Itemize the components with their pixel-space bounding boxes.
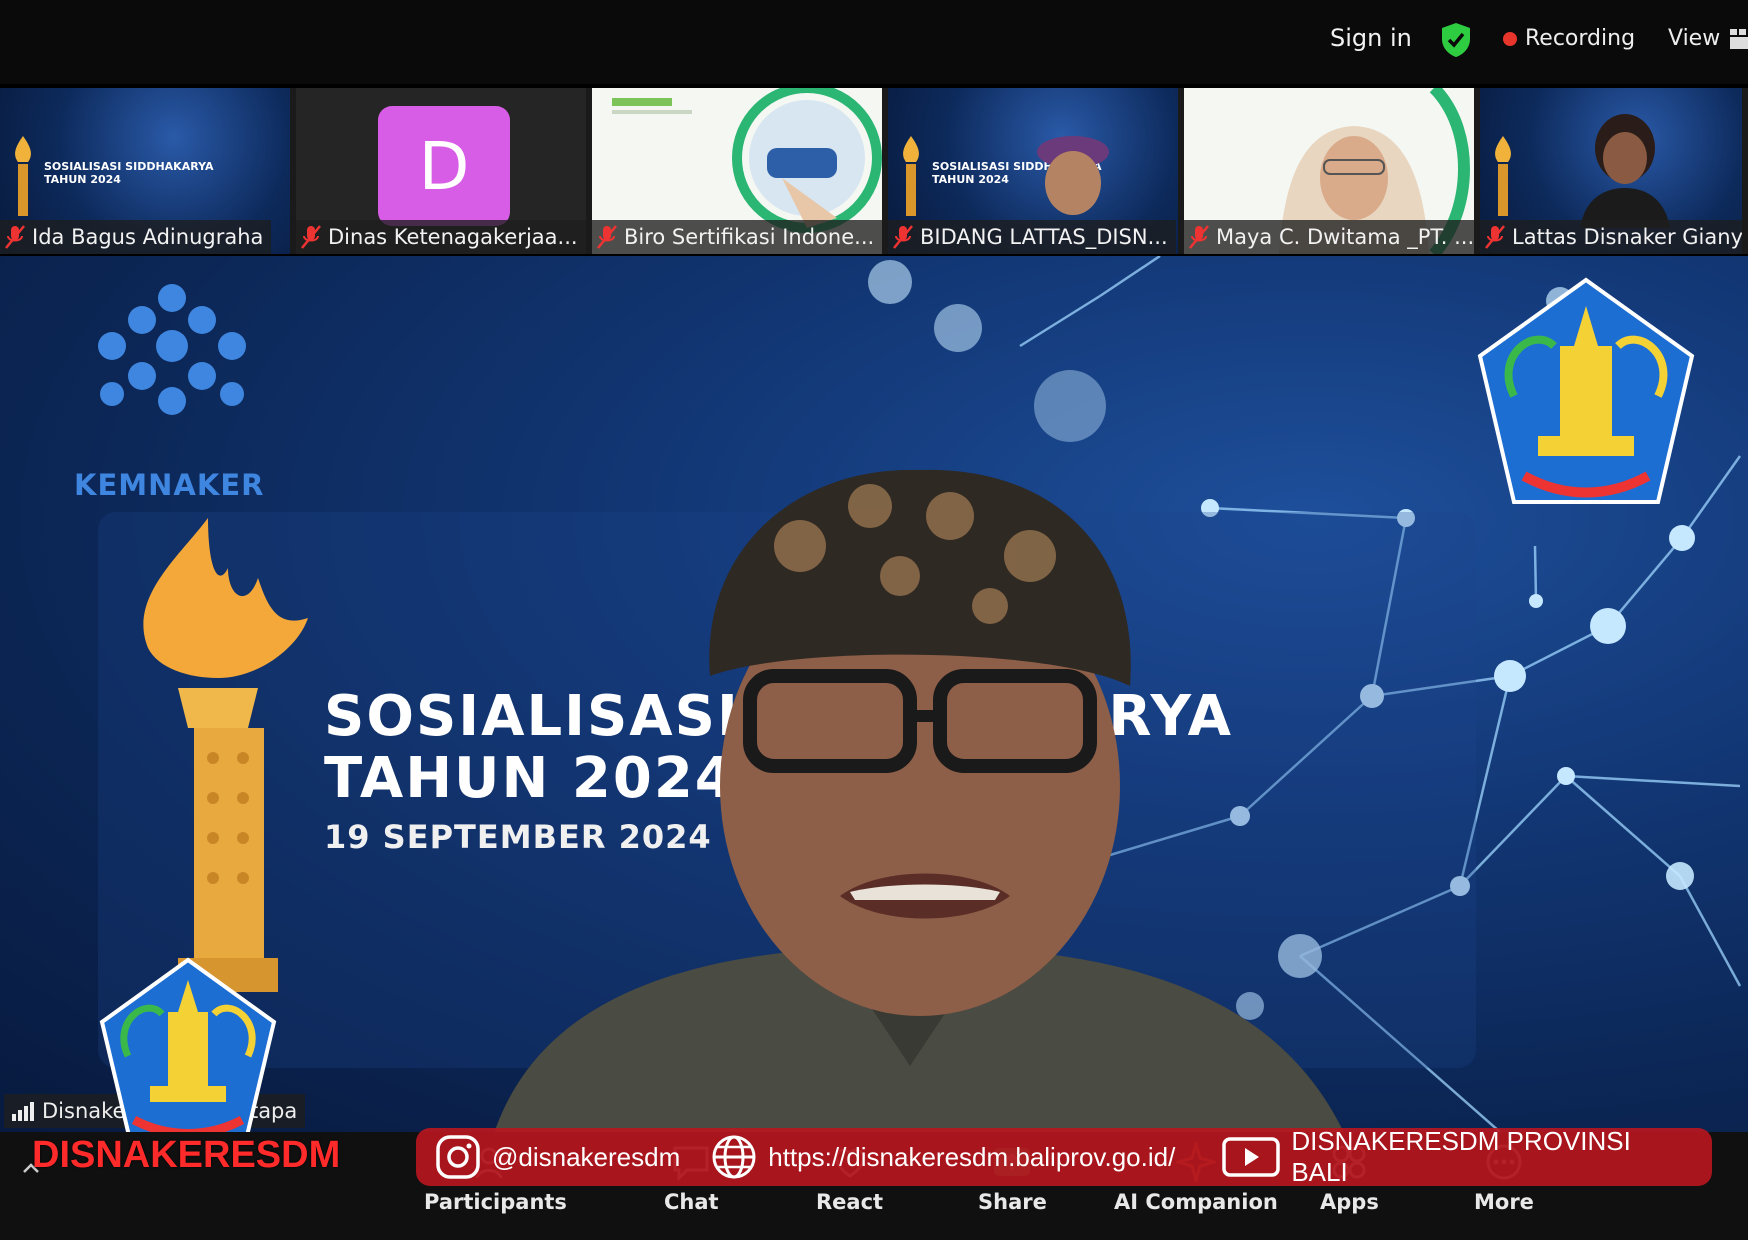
apps-label: Apps: [1320, 1190, 1379, 1214]
meeting-top-bar: Sign in Recording View: [0, 0, 1748, 84]
participant-tile[interactable]: SOSIALISASI SIDDHAKARYA TAHUN 2024 Ida Ba…: [0, 88, 290, 254]
participant-tile[interactable]: SOSIALISASI SIDDHAKARYA TAHUN 2024 BIDANG…: [888, 88, 1178, 254]
participant-name: Lattas Disnaker Gianyar: [1512, 225, 1742, 249]
participant-tile[interactable]: Lattas Disnaker Gianyar: [1480, 88, 1742, 254]
kemnaker-label: KEMNAKER: [74, 468, 265, 502]
speaker-video-feed: [494, 469, 1344, 1132]
share-label: Share: [978, 1190, 1047, 1214]
kemnaker-logo-icon: [98, 284, 246, 415]
view-button[interactable]: View: [1668, 26, 1748, 51]
recording-indicator[interactable]: Recording: [1503, 26, 1635, 51]
participant-name: Dinas Ketenagakerjaa...: [328, 225, 578, 249]
mic-muted-icon: [1485, 225, 1505, 249]
siddhakarya-torch-trophy-icon: [143, 518, 308, 992]
mic-muted-icon: [5, 225, 25, 249]
chat-label: Chat: [664, 1190, 719, 1214]
mic-muted-icon: [597, 225, 617, 249]
participant-name-bar: Ida Bagus Adinugraha: [0, 220, 272, 254]
participant-name-bar: Lattas Disnaker Gianyar: [1480, 220, 1742, 254]
youtube-icon: [1222, 1137, 1281, 1177]
security-shield-icon[interactable]: [1440, 22, 1472, 58]
mic-muted-icon: [893, 225, 913, 249]
instagram-icon: [436, 1135, 480, 1179]
brand-watermark: DISNAKERESDM: [32, 1134, 341, 1176]
torch-trophy-icon: [903, 136, 919, 216]
torch-trophy-icon: [15, 136, 31, 216]
instagram-handle: @disnakeresdm: [434, 1133, 680, 1181]
participant-thumbnail-strip: SOSIALISASI SIDDHAKARYA TAHUN 2024 Ida Ba…: [0, 88, 1748, 254]
recording-label: Recording: [1525, 26, 1636, 51]
signal-strength-icon: [12, 1102, 34, 1121]
participants-label: Participants: [424, 1190, 567, 1214]
grid-view-icon: [1730, 28, 1748, 49]
avatar: D: [378, 106, 510, 226]
participant-name-bar: Maya C. Dwitama _PT. ...: [1184, 220, 1474, 254]
ai-companion-label: AI Companion: [1114, 1190, 1278, 1214]
website-link: https://disnakeresdm.baliprov.go.id/: [710, 1133, 1175, 1181]
participant-name: Ida Bagus Adinugraha: [32, 225, 264, 249]
participant-name: Maya C. Dwitama _PT. ...: [1216, 225, 1474, 249]
participant-name-bar: Dinas Ketenagakerjaa...: [296, 220, 586, 254]
mic-muted-icon: [1189, 225, 1209, 249]
mini-slide-title: SOSIALISASI SIDDHAKARYA TAHUN 2024: [44, 160, 214, 186]
participant-name: BIDANG LATTAS_DISN...: [920, 225, 1168, 249]
participant-tile[interactable]: Maya C. Dwitama _PT. ...: [1184, 88, 1474, 254]
bali-province-emblem-icon: [99, 957, 277, 1132]
react-label: React: [816, 1190, 884, 1214]
main-video-stage[interactable]: KEMNAKER SOSIALISASI SIDDHAKARYA TAHUN 2…: [0, 256, 1748, 1132]
youtube-channel: DISNAKERESDM PROVINSI BALI: [1221, 1126, 1694, 1188]
globe-icon: [712, 1135, 756, 1179]
participant-tile[interactable]: D Dinas Ketenagakerjaa...: [296, 88, 586, 254]
website-text: https://disnakeresdm.baliprov.go.id/: [768, 1141, 1176, 1172]
instagram-text: @disnakeresdm: [492, 1141, 681, 1172]
social-media-banner: @disnakeresdm https://disnakeresdm.balip…: [416, 1126, 1712, 1188]
sign-in-button[interactable]: Sign in: [1330, 24, 1412, 52]
video-feed-image: [1580, 114, 1670, 228]
torch-trophy-icon: [1495, 136, 1511, 216]
video-feed-image: [1037, 136, 1109, 215]
participant-name-bar: Biro Sertifikasi Indone...: [592, 220, 882, 254]
mic-muted-icon: [301, 225, 321, 249]
participant-name-bar: BIDANG LATTAS_DISN...: [888, 220, 1176, 254]
more-label: More: [1474, 1190, 1534, 1214]
bali-province-emblem-icon: [1477, 277, 1695, 504]
participant-tile[interactable]: Biro Sertifikasi Indone...: [592, 88, 882, 254]
view-label: View: [1668, 26, 1721, 51]
youtube-text: DISNAKERESDM PROVINSI BALI: [1291, 1126, 1631, 1187]
recording-dot-icon: [1503, 31, 1517, 46]
participant-name: Biro Sertifikasi Indone...: [624, 225, 875, 249]
